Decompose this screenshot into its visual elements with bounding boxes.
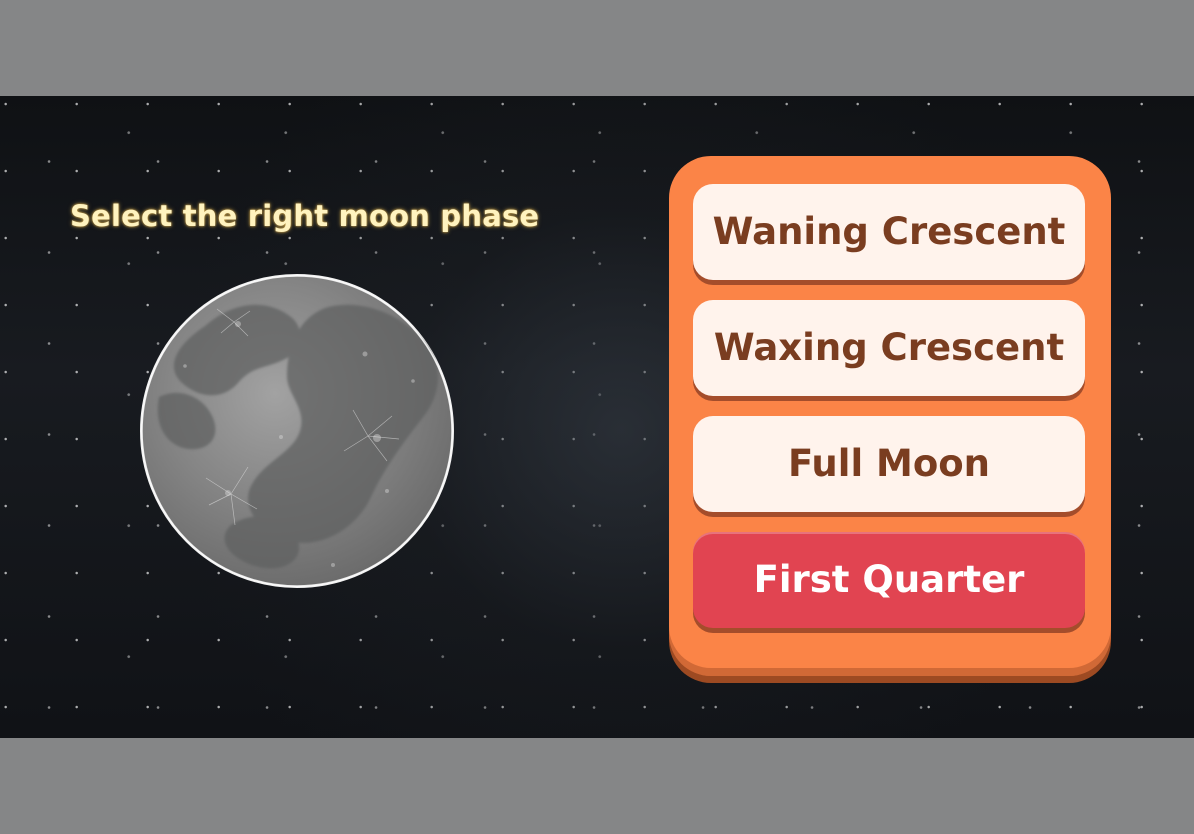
top-letterbox	[0, 0, 1194, 96]
answer-first-quarter-button[interactable]: First Quarter	[693, 532, 1085, 628]
moon-image	[140, 274, 454, 588]
moon-phase-prompt: Select the right moon phase	[70, 199, 540, 234]
answer-waning-crescent-button[interactable]: Waning Crescent	[693, 184, 1085, 280]
bottom-letterbox	[0, 738, 1194, 834]
answer-options-panel: Waning Crescent Waxing Crescent Full Moo…	[669, 156, 1111, 676]
full-moon-icon	[139, 273, 455, 589]
answer-waxing-crescent-button[interactable]: Waxing Crescent	[693, 300, 1085, 396]
moon-phase-game-stage: Select the right moon phase Waning Cresc…	[0, 96, 1194, 738]
game-page: Select the right moon phase Waning Cresc…	[0, 0, 1194, 834]
answer-full-moon-button[interactable]: Full Moon	[693, 416, 1085, 512]
